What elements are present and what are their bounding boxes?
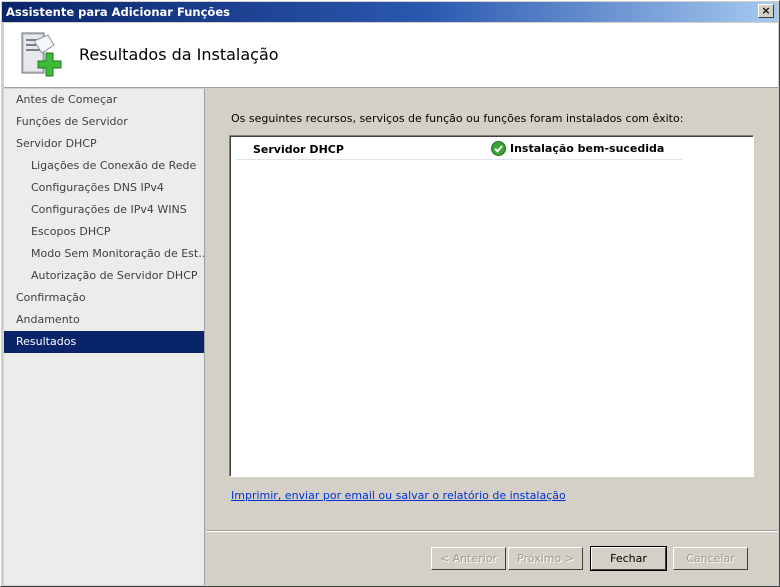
installation-report-link[interactable]: Imprimir, enviar por email ou salvar o r…: [231, 489, 566, 502]
wizard-steps-sidebar: Antes de Começar Funções de Servidor Ser…: [4, 89, 205, 585]
server-add-icon: [21, 32, 62, 77]
step-autorizacao-servidor-dhcp[interactable]: Autorização de Servidor DHCP: [4, 265, 204, 287]
title-bar[interactable]: Assistente para Adicionar Funções ×: [2, 2, 778, 22]
step-antes-de-comecar[interactable]: Antes de Começar: [4, 89, 204, 111]
wizard-content: Os seguintes recursos, serviços de funçã…: [206, 89, 778, 585]
result-status: Instalação bem-sucedida: [491, 141, 664, 156]
step-funcoes-de-servidor[interactable]: Funções de Servidor: [4, 111, 204, 133]
step-ligacoes-conexao-rede[interactable]: Ligações de Conexão de Rede: [4, 155, 204, 177]
previous-button[interactable]: < Anterior: [431, 547, 506, 570]
result-feature-name: Servidor DHCP: [253, 143, 344, 156]
step-resultados[interactable]: Resultados: [4, 331, 204, 353]
step-servidor-dhcp[interactable]: Servidor DHCP: [4, 133, 204, 155]
window-close-button[interactable]: ×: [758, 4, 774, 18]
result-status-label: Instalação bem-sucedida: [510, 142, 665, 155]
check-icon: [491, 141, 506, 156]
results-list[interactable]: Servidor DHCP Instalação bem-sucedida: [229, 135, 754, 477]
page-title: Resultados da Instalação: [79, 45, 279, 64]
wizard-window: Assistente para Adicionar Funções × Resu…: [0, 0, 780, 587]
wizard-header: Resultados da Instalação: [4, 23, 778, 88]
step-modo-sem-monitoracao[interactable]: Modo Sem Monitoração de Est…: [4, 243, 204, 265]
results-intro-text: Os seguintes recursos, serviços de funçã…: [231, 112, 684, 125]
next-button[interactable]: Próximo >: [508, 547, 583, 570]
window-title: Assistente para Adicionar Funções: [6, 5, 230, 19]
step-configuracoes-ipv4-wins[interactable]: Configurações de IPv4 WINS: [4, 199, 204, 221]
step-configuracoes-dns-ipv4[interactable]: Configurações DNS IPv4: [4, 177, 204, 199]
footer-divider: [206, 530, 778, 532]
close-button[interactable]: Fechar: [590, 546, 667, 571]
step-andamento[interactable]: Andamento: [4, 309, 204, 331]
step-confirmacao[interactable]: Confirmação: [4, 287, 204, 309]
cancel-button[interactable]: Cancelar: [673, 547, 748, 570]
result-row: Servidor DHCP Instalação bem-sucedida: [236, 140, 682, 160]
step-escopos-dhcp[interactable]: Escopos DHCP: [4, 221, 204, 243]
